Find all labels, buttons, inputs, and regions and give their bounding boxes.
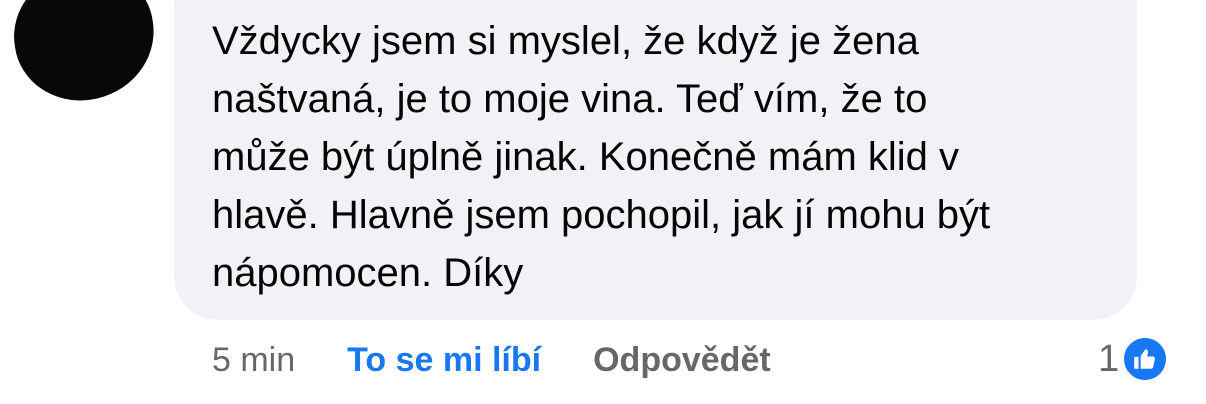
like-button[interactable]: To se mi líbí xyxy=(347,341,541,380)
comment-actions: 5 min To se mi líbí Odpovědět xyxy=(212,336,771,384)
reaction-count: 1 xyxy=(1098,337,1120,380)
comment-text: Vždycky jsem si myslel, že když je žena … xyxy=(212,19,991,295)
comment-screen: Vždycky jsem si myslel, že když je žena … xyxy=(0,0,1206,404)
reply-button[interactable]: Odpovědět xyxy=(593,341,771,380)
reaction-summary[interactable]: 1 xyxy=(1098,334,1170,384)
avatar[interactable] xyxy=(5,0,163,110)
thumbs-up-icon xyxy=(1121,335,1170,383)
thumbs-up-glyph xyxy=(1134,349,1156,369)
comment-timestamp[interactable]: 5 min xyxy=(212,341,295,380)
